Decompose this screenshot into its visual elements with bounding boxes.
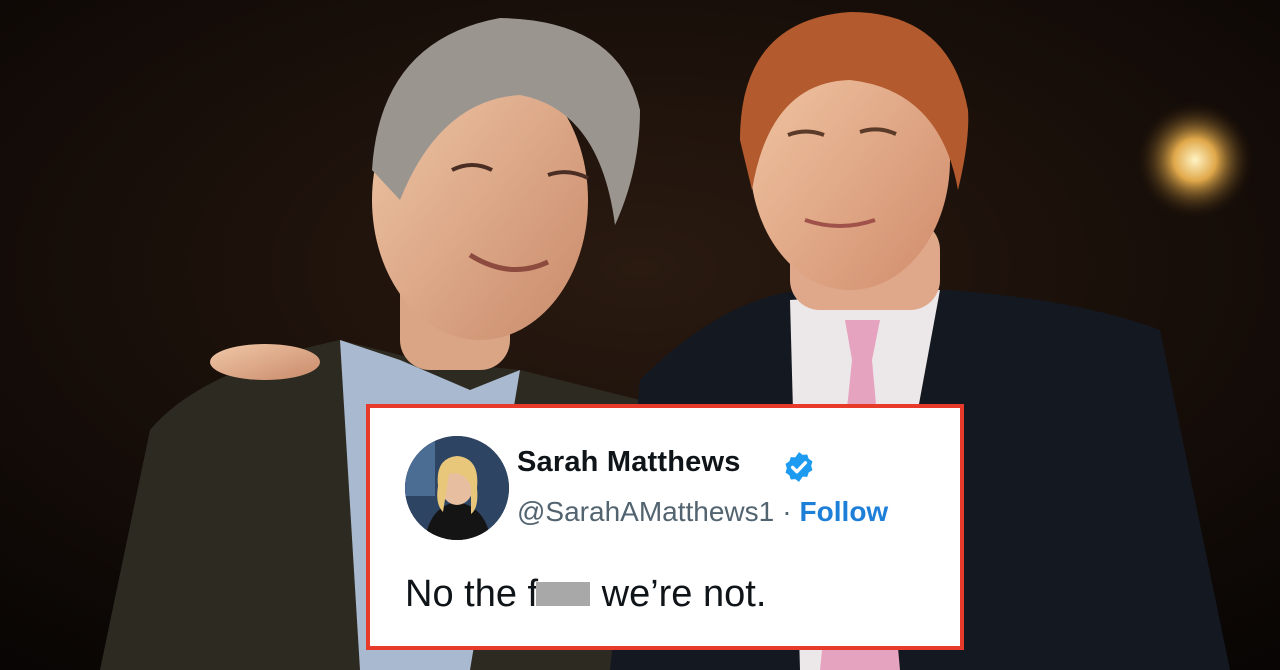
censor-bar — [536, 581, 591, 606]
follow-button[interactable]: Follow — [800, 496, 889, 527]
handle-row: @SarahAMatthews1 · Follow — [517, 496, 888, 528]
handle[interactable]: @SarahAMatthews1 — [517, 496, 774, 527]
tweet-text: No the f we’re not. — [405, 573, 766, 616]
tweet-text-start: No the f — [405, 573, 539, 615]
separator: · — [782, 496, 792, 527]
tweet-text-end: we’re not. — [591, 573, 767, 615]
verified-badge-icon — [785, 452, 813, 482]
avatar-image — [405, 436, 509, 540]
tweet-card: Sarah Matthews @SarahAMatthews1 · Follow N… — [366, 404, 964, 650]
display-name[interactable]: Sarah Matthews — [517, 446, 741, 479]
avatar[interactable] — [405, 436, 509, 540]
